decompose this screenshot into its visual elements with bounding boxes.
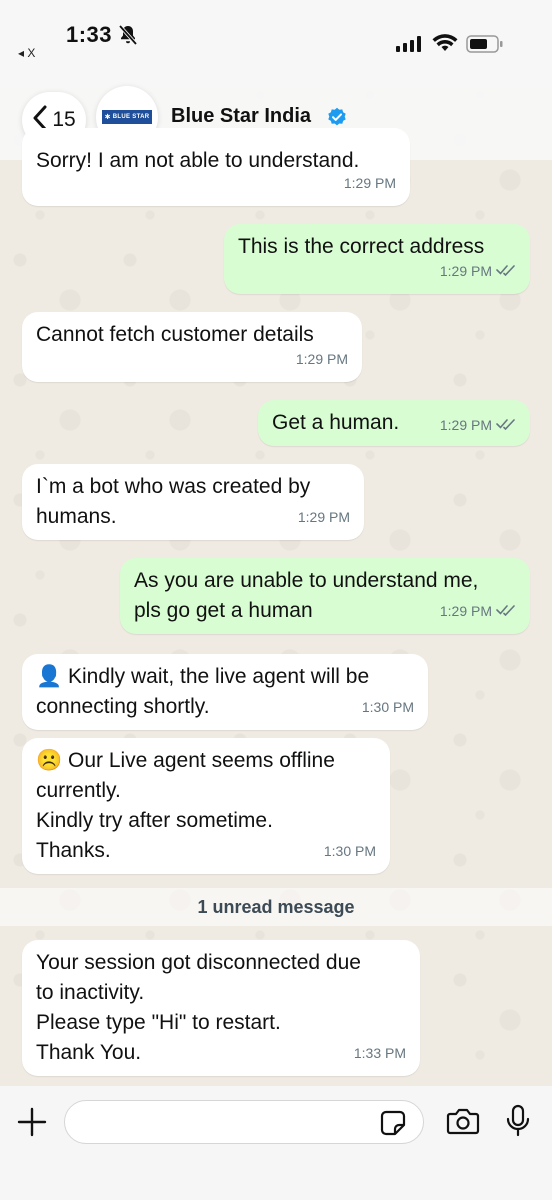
double-tick-read-icon <box>496 256 516 286</box>
camera-icon[interactable] <box>446 1107 480 1140</box>
double-tick-read-icon <box>496 596 516 626</box>
message-time: 1:30 PM <box>361 699 414 715</box>
double-tick-read-icon <box>496 410 516 440</box>
message-time: 1:29 PM <box>439 263 492 279</box>
status-time: 1:33 <box>66 22 113 47</box>
message-incoming[interactable]: Sorry! I am not able to understand. 1:29… <box>22 128 410 206</box>
unread-messages-banner: 1 unread message <box>0 888 552 926</box>
message-incoming[interactable]: Cannot fetch customer details 1:29 PM <box>22 312 362 382</box>
blue-star-logo: ✱ BLUE STAR <box>102 110 152 124</box>
message-outgoing[interactable]: This is the correct address 1:29 PM <box>224 224 530 294</box>
bell-muted-icon <box>118 24 138 51</box>
status-bar: 1:33 ◂ X <box>0 0 552 88</box>
message-outgoing[interactable]: Get a human. 1:29 PM <box>258 400 530 446</box>
contact-name[interactable]: Blue Star India <box>171 105 311 128</box>
message-time: 1:29 PM <box>439 603 492 619</box>
message-time: 1:33 PM <box>353 1045 406 1061</box>
back-to-app[interactable]: ◂ X <box>18 46 35 60</box>
logo-text: BLUE STAR <box>112 114 150 120</box>
message-outgoing[interactable]: As you are unable to understand me, pls … <box>120 558 530 634</box>
message-incoming[interactable]: Your session got disconnected due to ina… <box>22 940 420 1076</box>
message-text: Sorry! I am not able to understand. <box>36 149 360 172</box>
message-incoming[interactable]: I`m a bot who was created by humans. 1:2… <box>22 464 364 540</box>
sticker-icon[interactable] <box>380 1110 406 1141</box>
message-input[interactable] <box>64 1100 424 1144</box>
wifi-icon <box>432 33 458 58</box>
star-icon: ✱ <box>104 114 111 121</box>
battery-icon <box>466 35 504 58</box>
message-time: 1:29 PM <box>295 351 348 367</box>
message-time: 1:29 PM <box>343 175 396 191</box>
message-text: 👤 Kindly wait, the live agent will be co… <box>36 665 370 718</box>
message-time: 1:29 PM <box>297 509 350 525</box>
message-incoming[interactable]: ☹️ Our Live agent seems offline currentl… <box>22 738 390 874</box>
message-time: 1:29 PM <box>439 417 492 433</box>
message-incoming[interactable]: 👤 Kindly wait, the live agent will be co… <box>22 654 428 730</box>
message-composer <box>0 1086 552 1200</box>
message-text: Your session got disconnected due to ina… <box>36 951 361 1064</box>
plus-icon[interactable] <box>16 1106 48 1143</box>
cellular-signal-icon <box>396 36 422 57</box>
microphone-icon[interactable] <box>506 1104 530 1143</box>
message-time: 1:30 PM <box>323 843 376 859</box>
